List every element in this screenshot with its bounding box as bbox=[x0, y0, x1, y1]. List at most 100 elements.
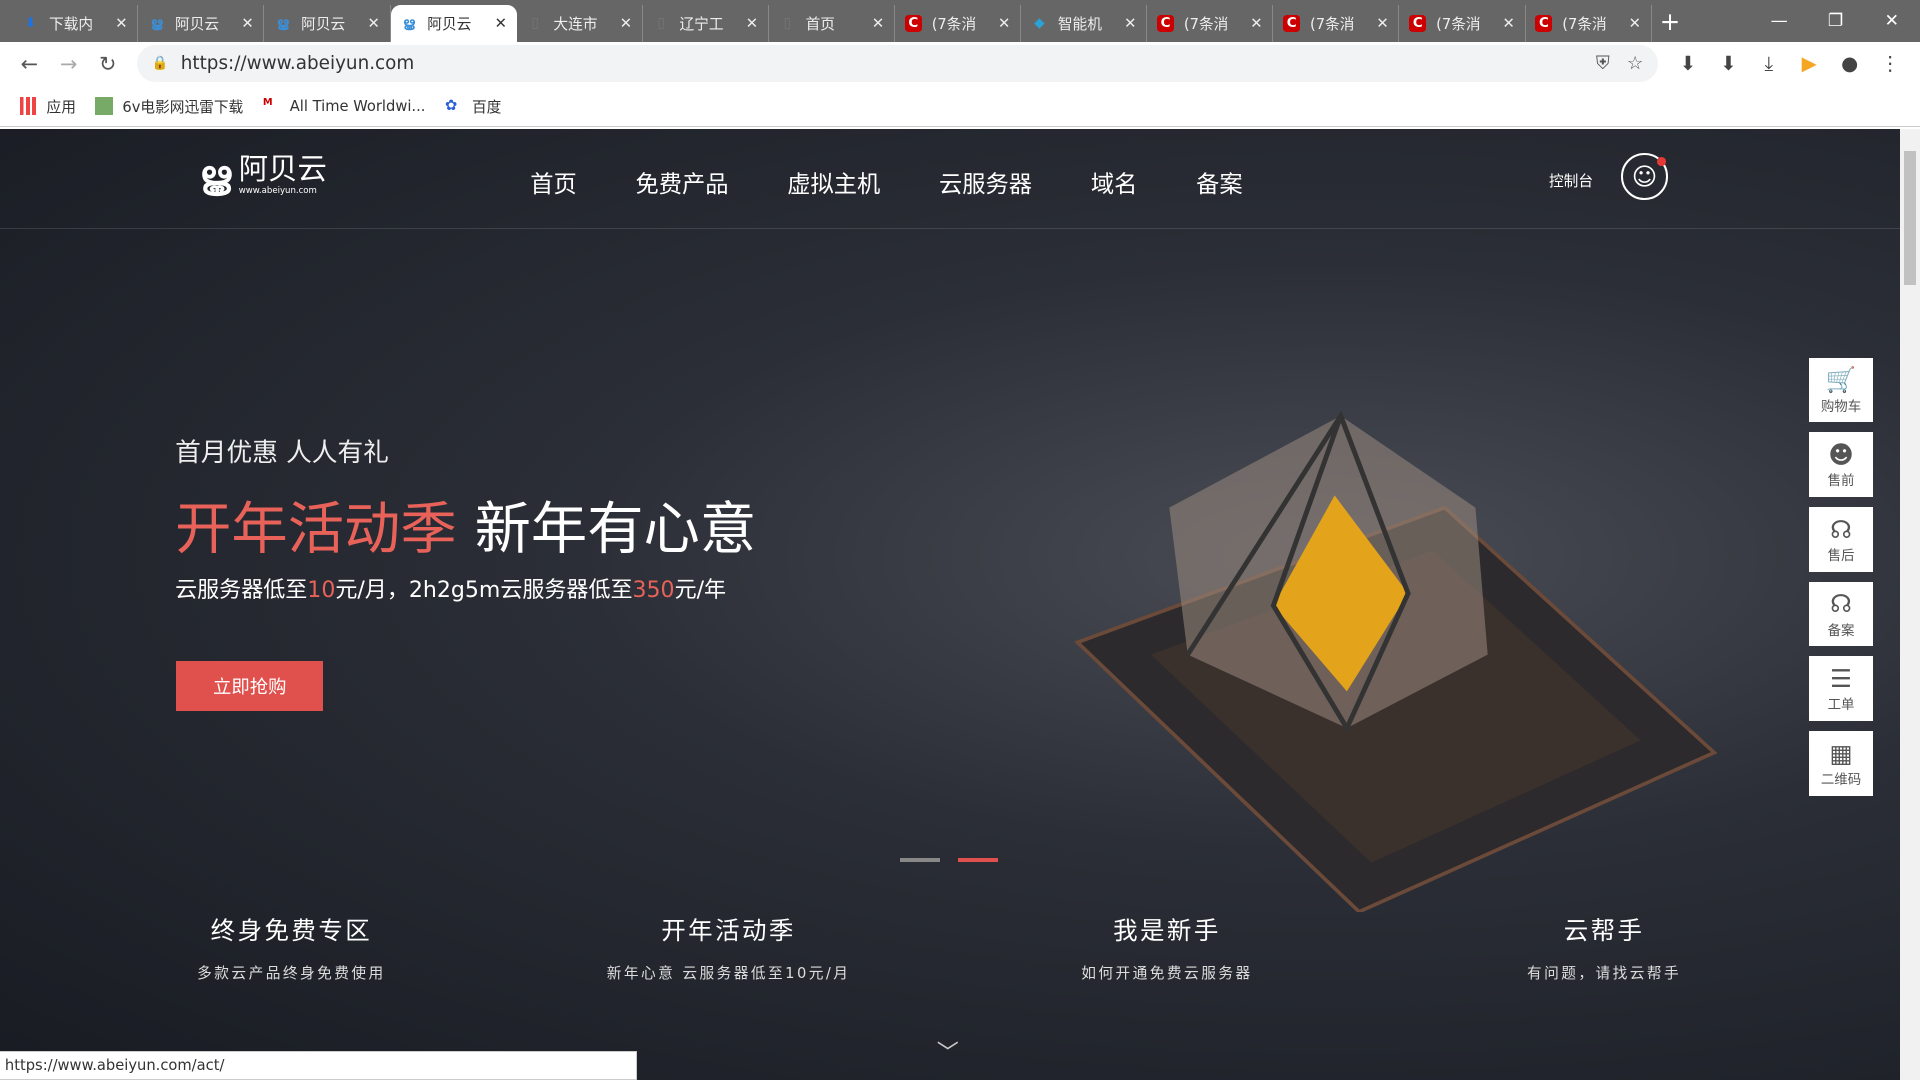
sidebar-button[interactable]: ▦ 二维码 bbox=[1808, 730, 1874, 796]
tab-close-icon[interactable]: ✕ bbox=[1502, 15, 1514, 32]
sidebar-button[interactable]: ☊ 备案 bbox=[1808, 581, 1874, 647]
csdn-icon: C bbox=[1283, 14, 1301, 32]
url-text[interactable]: https://www.abeiyun.com bbox=[181, 53, 1579, 74]
browser-tab[interactable]: ൠ 阿贝云 ✕ bbox=[264, 4, 391, 42]
console-link[interactable]: 控制台 bbox=[1549, 170, 1593, 191]
url-bar[interactable]: 🔒 https://www.abeiyun.com ⛨ ☆ bbox=[137, 45, 1658, 83]
sidebar-label: 二维码 bbox=[1820, 773, 1862, 789]
feature-link[interactable]: 开年活动季 新年心意 云服务器低至10元/月 bbox=[545, 912, 912, 983]
downloads-icon[interactable]: ⤓ bbox=[1749, 52, 1789, 75]
site-logo[interactable]: ൠ 阿贝云 www.abeiyun.com bbox=[200, 153, 327, 197]
browser-tab[interactable]: C (7条消 ✕ bbox=[1399, 4, 1526, 42]
browser-tab[interactable]: C (7条消 ✕ bbox=[895, 4, 1022, 42]
menu-icon[interactable]: ⋮ bbox=[1870, 52, 1910, 75]
browser-tab[interactable]: ⬇ 下载内 ✕ bbox=[12, 4, 139, 42]
bookmark-star-icon[interactable]: ☆ bbox=[1627, 53, 1643, 74]
bookmark-baidu[interactable]: ✿ 百度 bbox=[445, 96, 501, 117]
tab-close-icon[interactable]: ✕ bbox=[241, 15, 253, 32]
baidu-paw-icon: ✿ bbox=[445, 97, 458, 115]
browser-tab[interactable]: C (7条消 ✕ bbox=[1526, 4, 1652, 42]
tab-close-icon[interactable]: ✕ bbox=[115, 15, 127, 32]
minimize-button[interactable]: — bbox=[1751, 0, 1807, 42]
nav-item[interactable]: 云服务器 bbox=[939, 165, 1032, 199]
bookmark-6v[interactable]: 6v电影网迅雷下载 bbox=[95, 96, 243, 117]
tab-title: 首页 bbox=[805, 15, 835, 33]
browser-tab[interactable]: ൠ 阿贝云 ✕ bbox=[390, 4, 517, 42]
browser-tab[interactable]: C (7条消 ✕ bbox=[1147, 4, 1274, 42]
tab-close-icon[interactable]: ✕ bbox=[746, 15, 758, 32]
tab-close-icon[interactable]: ✕ bbox=[495, 15, 507, 32]
page-scrollbar[interactable] bbox=[1900, 128, 1920, 1080]
tab-strip: ⬇ 下载内 ✕ ൠ 阿贝云 ✕ ൠ 阿贝云 ✕ ൠ 阿贝云 ✕ ▯ 大连市 ✕ ▯ 辽宁工 ✕ ▯ 首页 ✕ C (7条消 ✕… bbox=[0, 0, 1920, 42]
clipboard-icon: ☰ bbox=[1830, 663, 1852, 693]
play-extension-icon[interactable]: ▶ bbox=[1789, 52, 1829, 75]
support-icon: ☻ bbox=[1828, 439, 1854, 469]
feature-title: 云帮手 bbox=[1563, 916, 1645, 946]
forward-button[interactable]: → bbox=[49, 52, 88, 76]
sidebar-button[interactable]: ☰ 工单 bbox=[1808, 656, 1874, 722]
nav-item[interactable]: 备案 bbox=[1196, 165, 1243, 199]
csdn-icon: C bbox=[1409, 14, 1427, 32]
tab-close-icon[interactable]: ✕ bbox=[1376, 15, 1388, 32]
lock-icon: 🔒 bbox=[151, 56, 169, 72]
nav-item[interactable]: 域名 bbox=[1091, 165, 1138, 199]
bookmark-apps[interactable]: 应用 bbox=[19, 96, 76, 117]
tab-close-icon[interactable]: ✕ bbox=[872, 15, 884, 32]
tab-close-icon[interactable]: ✕ bbox=[1250, 15, 1262, 32]
browser-tab[interactable]: ▯ 辽宁工 ✕ bbox=[643, 4, 769, 42]
globe-icon: ◆ bbox=[1034, 15, 1045, 31]
tab-close-icon[interactable]: ✕ bbox=[1124, 15, 1136, 32]
sidebar-button[interactable]: ☊ 售后 bbox=[1808, 506, 1874, 572]
tab-close-icon[interactable]: ✕ bbox=[998, 15, 1010, 32]
tab-title: (7条消 bbox=[1562, 15, 1607, 33]
back-button[interactable]: ← bbox=[10, 52, 49, 76]
scroll-down-chevron-icon[interactable]: ﹀ bbox=[937, 1035, 959, 1067]
nav-item[interactable]: 虚拟主机 bbox=[787, 165, 880, 199]
page-icon: ▯ bbox=[783, 15, 791, 31]
restore-button[interactable]: ❐ bbox=[1807, 0, 1863, 42]
abeiyun-icon: ൠ bbox=[276, 15, 289, 31]
carousel-dot-2[interactable] bbox=[957, 858, 998, 863]
tab-close-icon[interactable]: ✕ bbox=[1629, 15, 1641, 32]
browser-tab[interactable]: ◆ 智能机 ✕ bbox=[1021, 4, 1148, 42]
web-page: ൠ 阿贝云 www.abeiyun.com 首页 免费产品 虚拟主机 云服务器 域名 备案 … bbox=[0, 128, 1901, 1080]
browser-tab[interactable]: C (7条消 ✕ bbox=[1273, 4, 1400, 42]
page-icon: ▯ bbox=[657, 15, 665, 31]
sidebar-label: 备案 bbox=[1827, 623, 1855, 639]
close-window-button[interactable]: ✕ bbox=[1864, 0, 1920, 42]
new-tab-button[interactable]: + bbox=[1652, 5, 1689, 42]
tab-title: (7条消 bbox=[1183, 15, 1229, 33]
feature-subtitle: 有问题，请找云帮手 bbox=[1526, 964, 1682, 982]
feature-link[interactable]: 终身免费专区 多款云产品终身免费使用 bbox=[108, 912, 475, 983]
browser-tab[interactable]: ▯ 首页 ✕ bbox=[769, 4, 895, 42]
tab-title: 下载内 bbox=[48, 15, 94, 33]
scrollbar-thumb[interactable] bbox=[1904, 150, 1917, 286]
csdn-icon: C bbox=[1535, 14, 1553, 32]
site-settings-icon[interactable]: ⛨ bbox=[1596, 53, 1610, 74]
bookmark-favicon bbox=[95, 97, 113, 115]
carousel-dot-1[interactable] bbox=[900, 858, 941, 863]
address-bar-row: ← → ↻ 🔒 https://www.abeiyun.com ⛨ ☆ ⬇ ⬇ … bbox=[0, 41, 1920, 86]
apps-grid-icon bbox=[19, 97, 37, 115]
nav-item[interactable]: 首页 bbox=[530, 165, 577, 199]
browser-tab[interactable]: ▯ 大连市 ✕ bbox=[517, 4, 643, 42]
tab-close-icon[interactable]: ✕ bbox=[367, 15, 379, 32]
mojo-icon: M bbox=[262, 97, 273, 109]
download-circle-icon[interactable]: ⬇ bbox=[1708, 52, 1748, 75]
browser-tab[interactable]: ൠ 阿贝云 ✕ bbox=[138, 4, 265, 42]
nav-item[interactable]: 免费产品 bbox=[635, 165, 728, 199]
tab-title: (7条消 bbox=[931, 15, 977, 33]
profile-avatar[interactable]: ● bbox=[1829, 52, 1869, 75]
feature-link[interactable]: 云帮手有问题，请找云帮手 bbox=[1420, 912, 1787, 983]
sidebar-button[interactable]: ☻ 售前 bbox=[1808, 432, 1874, 498]
bookmark-boxofficemojo[interactable]: M All Time Worldwi... bbox=[263, 97, 426, 114]
tab-title: 智能机 bbox=[1057, 15, 1102, 33]
hero-title: 开年活动季 新年有心意 bbox=[175, 496, 757, 562]
sidebar-button[interactable]: 🛒 购物车 bbox=[1808, 357, 1874, 423]
tab-close-icon[interactable]: ✕ bbox=[620, 15, 632, 32]
buy-now-button[interactable]: 立即抢购 bbox=[176, 661, 324, 712]
reload-button[interactable]: ↻ bbox=[88, 52, 127, 76]
download-extension-icon[interactable]: ⬇ bbox=[1668, 52, 1708, 75]
user-avatar-icon[interactable]: ☺ bbox=[1621, 153, 1668, 200]
feature-link[interactable]: 我是新手 如何开通免费云服务器 bbox=[983, 912, 1350, 983]
